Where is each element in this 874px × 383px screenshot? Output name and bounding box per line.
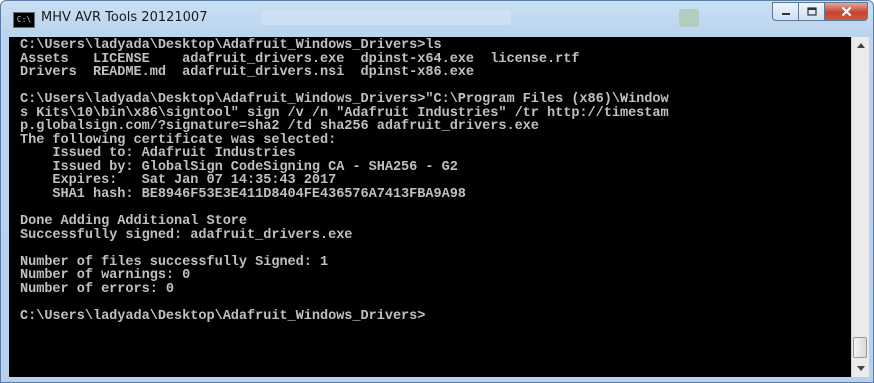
console-output[interactable]: C:\Users\ladyada\Desktop\Adafruit_Window… xyxy=(9,37,851,377)
console-line: Issued to: Adafruit Industries xyxy=(20,146,296,162)
chevron-up-icon xyxy=(856,43,865,48)
console-line: Successfully signed: adafruit_drivers.ex… xyxy=(20,227,353,243)
console-line: Issued by: GlobalSign CodeSigning CA - S… xyxy=(20,159,458,175)
maximize-icon xyxy=(806,6,817,16)
blurred-background-icon xyxy=(679,9,699,27)
console-text: C:\Users\ladyada\Desktop\Adafruit_Window… xyxy=(9,37,851,323)
blurred-background-text xyxy=(261,10,511,25)
console-line: Number of files successfully Signed: 1 xyxy=(20,254,329,270)
console-line: The following certificate was selected: xyxy=(20,132,337,148)
console-line: Drivers README.md adafruit_drivers.nsi d… xyxy=(20,65,475,81)
title-bar[interactable]: C:\ MHV AVR Tools 20121007 xyxy=(1,1,873,37)
maximize-button[interactable] xyxy=(798,2,824,21)
console-line: Assets LICENSE adafruit_drivers.exe dpin… xyxy=(20,51,580,67)
close-icon xyxy=(841,6,851,17)
window-title: MHV AVR Tools 20121007 xyxy=(41,10,208,25)
console-line: SHA1 hash: BE8946F53E3E411D8404FE436576A… xyxy=(20,187,466,203)
console-line: s Kits\10\bin\x86\signtool" sign /v /n "… xyxy=(20,105,669,121)
scroll-up-button[interactable] xyxy=(852,37,869,54)
console-line: p.globalsign.com/?signature=sha2 /td sha… xyxy=(20,119,539,135)
caption-buttons xyxy=(772,2,868,21)
console-line: Done Adding Additional Store xyxy=(20,214,248,230)
console-line: C:\Users\ladyada\Desktop\Adafruit_Window… xyxy=(20,92,669,108)
minimize-icon xyxy=(781,12,790,15)
console-line: C:\Users\ladyada\Desktop\Adafruit_Window… xyxy=(20,38,442,53)
scroll-down-button[interactable] xyxy=(852,360,869,377)
close-button[interactable] xyxy=(824,2,868,21)
console-line: C:\Users\ladyada\Desktop\Adafruit_Window… xyxy=(20,308,426,324)
chevron-down-icon xyxy=(856,366,865,371)
console-window: C:\ MHV AVR Tools 20121007 C:\Users\lady… xyxy=(0,0,874,383)
console-line: Number of errors: 0 xyxy=(20,281,175,297)
minimize-button[interactable] xyxy=(772,2,798,21)
console-icon[interactable]: C:\ xyxy=(13,12,35,28)
console-line: Number of warnings: 0 xyxy=(20,268,191,284)
scrollbar-thumb[interactable] xyxy=(853,337,867,358)
console-line: Expires: Sat Jan 07 14:35:43 2017 xyxy=(20,173,337,189)
vertical-scrollbar[interactable] xyxy=(851,37,869,377)
